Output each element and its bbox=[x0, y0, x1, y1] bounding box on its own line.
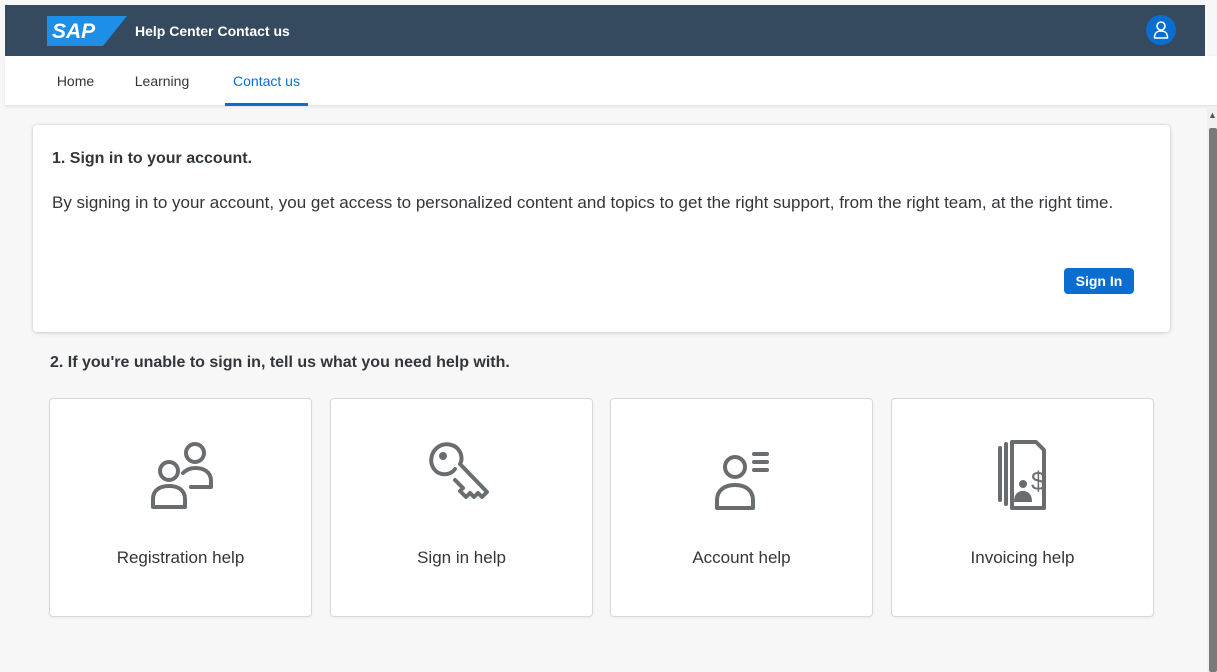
user-avatar[interactable] bbox=[1146, 15, 1176, 45]
signin-heading: 1. Sign in to your account. bbox=[52, 150, 253, 167]
group-icon bbox=[131, 429, 231, 519]
tab-learning[interactable]: Learning bbox=[130, 56, 194, 106]
tile-sign-in-help[interactable]: Sign in help bbox=[330, 398, 593, 617]
scroll-up-arrow-icon[interactable]: ▲ bbox=[1208, 110, 1217, 120]
user-icon bbox=[1153, 21, 1169, 39]
vertical-scrollbar[interactable]: ▲ bbox=[1207, 106, 1217, 672]
tile-label: Invoicing help bbox=[970, 548, 1075, 567]
svg-text:SAP: SAP bbox=[52, 20, 96, 43]
tile-label: Account help bbox=[692, 548, 791, 567]
user-list-icon bbox=[692, 429, 792, 519]
tile-invoicing-help[interactable]: $ Invoicing help bbox=[891, 398, 1154, 617]
help-heading: 2. If you're unable to sign in, tell us … bbox=[50, 354, 510, 371]
sign-in-button[interactable]: Sign In bbox=[1064, 268, 1134, 294]
tab-home[interactable]: Home bbox=[53, 56, 98, 106]
tile-label: Registration help bbox=[116, 548, 245, 567]
tile-account-help[interactable]: Account help bbox=[610, 398, 873, 617]
signin-card: 1. Sign in to your account. By signing i… bbox=[33, 125, 1170, 332]
shell-bar: SAP Help Center Contact us bbox=[5, 5, 1205, 56]
tile-registration-help[interactable]: Registration help bbox=[49, 398, 312, 617]
svg-text:$: $ bbox=[1031, 466, 1046, 496]
tab-bar: Home Learning Contact us bbox=[5, 56, 1217, 106]
tile-label: Sign in help bbox=[417, 548, 506, 567]
scroll-thumb[interactable] bbox=[1209, 128, 1217, 672]
key-icon bbox=[412, 429, 512, 519]
invoice-icon: $ bbox=[973, 429, 1073, 519]
tab-contact-us[interactable]: Contact us bbox=[225, 56, 308, 106]
sap-logo[interactable]: SAP bbox=[47, 15, 127, 46]
app-title: Help Center Contact us bbox=[135, 22, 290, 39]
signin-description: By signing in to your account, you get a… bbox=[52, 193, 1114, 212]
